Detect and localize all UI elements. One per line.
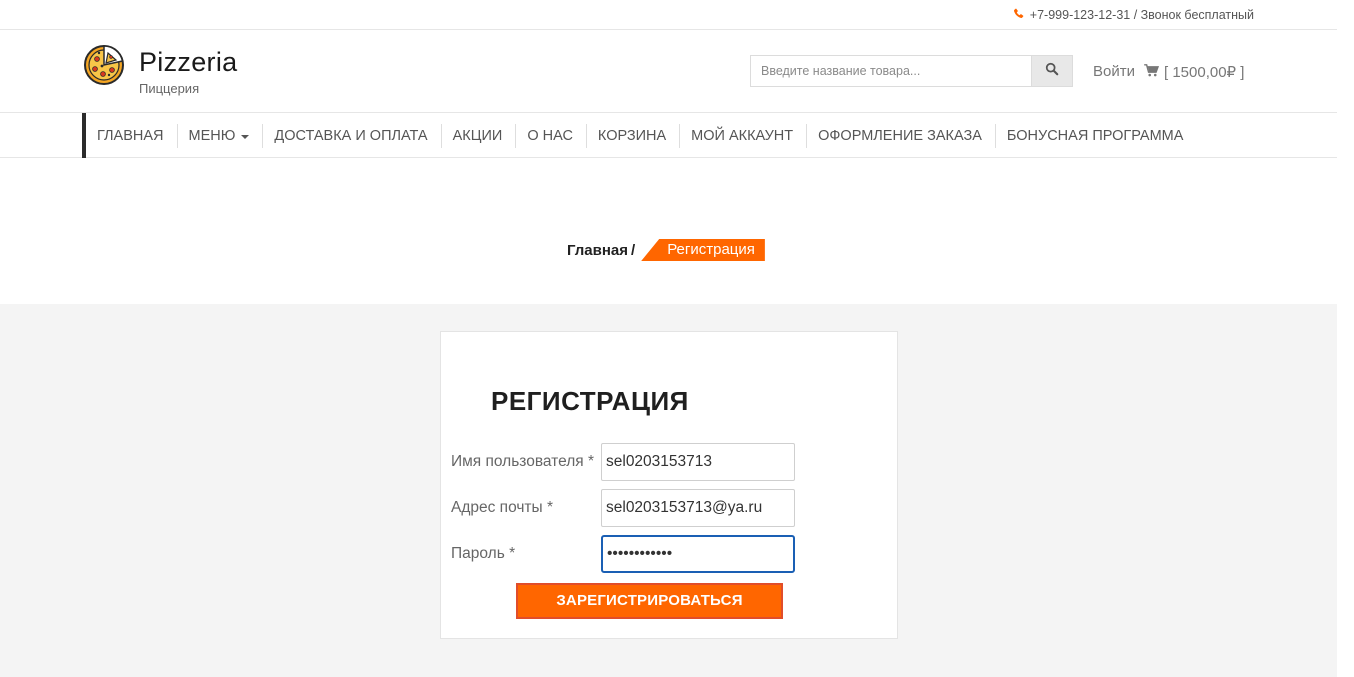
nav-item-delivery[interactable]: ДОСТАВКА И ОПЛАТА [263,123,442,148]
nav-item-label: ДОСТАВКА И ОПЛАТА [274,127,428,144]
page-title: РЕГИСТРАЦИЯ [491,386,689,416]
chevron-down-icon [241,134,250,139]
username-row: Имя пользователя * [451,443,796,481]
email-row: Адрес почты * [451,489,796,527]
top-bar: +7-999-123-12-31 / Звонок бесплатный [0,0,1337,30]
cart-link[interactable]: [ 1500,00₽ ] [1144,63,1244,81]
main-content: РЕГИСТРАЦИЯ Имя пользователя * Адрес поч… [0,304,1337,677]
nav-item-bonus[interactable]: БОНУСНАЯ ПРОГРАММА [996,124,1197,148]
site-header: Pizzeria Пиццерия Войти [ 1500,00₽ ] [0,30,1337,113]
search-input[interactable] [750,55,1031,87]
email-field[interactable] [601,489,795,527]
main-navigation: ГЛАВНАЯ МЕНЮ ДОСТАВКА И ОПЛАТА АКЦИИ О Н… [0,113,1337,158]
register-button[interactable]: ЗАРЕГИСТРИРОВАТЬСЯ [516,583,783,619]
nav-item-checkout[interactable]: ОФОРМЛЕНИЕ ЗАКАЗА [807,123,996,148]
brand-tagline: Пиццерия [139,81,200,96]
phone-text: +7-999-123-12-31 / Звонок бесплатный [1029,8,1254,22]
nav-item-label: ОФОРМЛЕНИЕ ЗАКАЗА [818,127,982,144]
nav-item-label: МЕНЮ [188,127,236,144]
password-label: Пароль * [451,545,516,562]
username-label: Имя пользователя * [451,453,594,470]
phone-icon [1013,8,1024,22]
breadcrumb-home-link[interactable]: Главная [567,242,628,259]
nav-item-cart[interactable]: КОРЗИНА [587,123,681,148]
search-icon [1045,62,1059,81]
breadcrumb: Главная / Регистрация [567,239,765,261]
nav-item-account[interactable]: МОЙ АККАУНТ [680,123,808,148]
nav-item-menu[interactable]: МЕНЮ [178,123,264,148]
nav-item-label: О НАС [527,127,573,144]
pizza-icon[interactable] [83,44,125,86]
email-label: Адрес почты * [451,499,554,516]
breadcrumb-current: Регистрация [641,239,765,261]
nav-item-label: МОЙ АККАУНТ [691,127,794,144]
username-field[interactable] [601,443,795,481]
nav-item-home[interactable]: ГЛАВНАЯ [86,123,178,148]
search-button[interactable] [1031,55,1073,87]
breadcrumb-separator: / [631,241,636,259]
nav-item-about[interactable]: О НАС [516,123,587,148]
nav-item-promotions[interactable]: АКЦИИ [442,123,517,148]
nav-item-label: БОНУСНАЯ ПРОГРАММА [1006,127,1184,144]
brand-name[interactable]: Pizzeria [139,47,237,78]
cart-total: [ 1500,00₽ ] [1164,64,1245,81]
login-link[interactable]: Войти [1093,63,1135,80]
nav-item-label: АКЦИИ [452,127,503,144]
registration-card: РЕГИСТРАЦИЯ Имя пользователя * Адрес поч… [440,331,898,639]
contact-info: +7-999-123-12-31 / Звонок бесплатный [1013,8,1254,22]
password-field[interactable] [601,535,795,573]
cart-icon [1144,63,1160,81]
password-row: Пароль * [451,535,796,573]
nav-item-label: КОРЗИНА [597,127,667,144]
product-search [750,55,1073,87]
nav-item-label: ГЛАВНАЯ [97,127,164,144]
